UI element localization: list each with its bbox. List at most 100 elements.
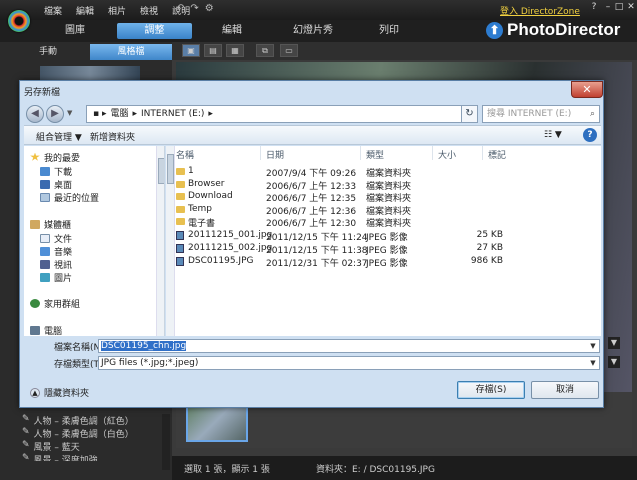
nav-item-downloads[interactable]: 下載 bbox=[40, 165, 72, 178]
nav-item-pictures[interactable]: 圖片 bbox=[40, 271, 72, 284]
jpeg-file-icon bbox=[176, 244, 184, 253]
menu-file[interactable]: 檔案 bbox=[44, 4, 62, 17]
chevron-up-icon: ▲ bbox=[30, 387, 40, 398]
refresh-icon[interactable]: ↻ bbox=[462, 105, 478, 123]
save-as-dialog: 另存新檔 ✕ ◀ ▶ ▼ ▪ ▸ 電腦 ▸ INTERNET (E:) ▸ ↻ … bbox=[19, 80, 604, 408]
table-row[interactable]: Temp 2006/6/7 上午 12:36 檔案資料夾 bbox=[166, 204, 601, 217]
table-row[interactable]: 電子書 2006/6/7 上午 12:30 檔案資料夾 bbox=[166, 216, 601, 229]
dialog-close-button[interactable]: ✕ bbox=[571, 81, 603, 98]
menu-photo[interactable]: 相片 bbox=[108, 4, 126, 17]
navigation-pane: 我的最愛 下載 桌面 最近的位置 媒體櫃 文件 音樂 視訊 圖片 家用群組 電腦 bbox=[24, 146, 165, 336]
nav-item-videos[interactable]: 視訊 bbox=[40, 258, 72, 271]
new-folder-button[interactable]: 新增資料夾 bbox=[90, 130, 135, 143]
search-icon: ⌕ bbox=[589, 109, 595, 119]
nav-item-desktop[interactable]: 桌面 bbox=[40, 178, 72, 191]
preset-list: ✎ 人物 – 柔膚色調（紅色） ✎ 人物 – 柔膚色調（白色） ✎ 風景 – 藍天 ✎… bbox=[22, 414, 134, 461]
table-row[interactable]: DSC01195.JPG 2011/12/31 下午 02:37 JPEG 影像 98… bbox=[166, 256, 601, 269]
filename-input[interactable]: DSC01195_chn.jpg ▼ bbox=[98, 339, 600, 353]
column-type[interactable]: 類型 bbox=[366, 148, 384, 161]
chevron-down-icon[interactable]: ▼ bbox=[587, 357, 599, 369]
grid-view-icon[interactable]: ▦ bbox=[226, 44, 244, 57]
tab-presets[interactable]: 風格檔 bbox=[90, 44, 172, 60]
help-icon[interactable]: ? bbox=[583, 128, 597, 142]
nav-item-documents[interactable]: 文件 bbox=[40, 232, 72, 245]
table-row[interactable]: Browser 2006/6/7 上午 12:33 檔案資料夾 bbox=[166, 179, 601, 192]
scrollbar-thumb[interactable] bbox=[158, 158, 164, 184]
file-list: 名稱 日期 類型 大小 標記 1 2007/9/4 下午 09:26 檔案資料夾 B… bbox=[166, 146, 601, 336]
nav-item-recent[interactable]: 最近的位置 bbox=[40, 191, 99, 204]
nav-libraries[interactable]: 媒體櫃 bbox=[30, 218, 71, 231]
mode-edit[interactable]: 編輯 bbox=[200, 23, 264, 39]
folder-icon bbox=[176, 181, 185, 188]
nav-item-music[interactable]: 音樂 bbox=[40, 245, 72, 258]
breadcrumb-drive[interactable]: INTERNET (E:) bbox=[141, 106, 204, 122]
menu-edit[interactable]: 編輯 bbox=[76, 4, 94, 17]
mode-library[interactable]: 圖庫 bbox=[46, 23, 104, 39]
column-date[interactable]: 日期 bbox=[266, 148, 284, 161]
dialog-toolbar: 組合管理 ▼ 新增資料夾 ☷ ▼ ? bbox=[24, 125, 601, 145]
search-input[interactable]: 搜尋 INTERNET (E:) ⌕ bbox=[482, 105, 600, 123]
table-row[interactable]: 20111215_001.jpg 2011/12/15 下午 11:24 JPEG … bbox=[166, 230, 601, 243]
list-item[interactable]: ✎ 人物 – 柔膚色調（紅色） bbox=[22, 414, 134, 427]
table-row[interactable]: Download 2006/6/7 上午 12:35 檔案資料夾 bbox=[166, 191, 601, 204]
forward-icon[interactable]: ▶ bbox=[46, 105, 64, 123]
view-options-button[interactable]: ☷ ▼ bbox=[544, 130, 562, 140]
library-icon bbox=[30, 219, 40, 229]
save-button[interactable]: 存檔(S) bbox=[457, 381, 525, 399]
display-options-icon[interactable]: ▭ bbox=[280, 44, 298, 57]
director-zone-link[interactable]: 登入 DirectorZone bbox=[500, 4, 580, 17]
list-item[interactable]: ✎ 風景 – 藍天 bbox=[22, 440, 134, 453]
nav-scrollbar[interactable] bbox=[156, 146, 164, 336]
undo-icon[interactable]: ↶ bbox=[176, 3, 184, 14]
redo-icon[interactable]: ↷ bbox=[190, 3, 198, 14]
tab-manual[interactable]: 手動 bbox=[8, 44, 88, 60]
jpeg-file-icon bbox=[176, 231, 184, 240]
document-icon bbox=[40, 233, 50, 243]
cancel-button[interactable]: 取消 bbox=[531, 381, 599, 399]
column-size[interactable]: 大小 bbox=[438, 148, 456, 161]
settings-icon[interactable]: ⚙ bbox=[205, 3, 214, 14]
organize-button[interactable]: 組合管理 ▼ bbox=[36, 130, 82, 143]
nav-homegroup[interactable]: 家用群組 bbox=[30, 297, 80, 310]
folder-icon bbox=[176, 168, 185, 175]
chevron-down-icon[interactable]: ▼ bbox=[587, 340, 599, 352]
menu-view[interactable]: 檢視 bbox=[140, 4, 158, 17]
column-name[interactable]: 名稱 bbox=[176, 148, 194, 161]
table-row[interactable]: 1 2007/9/4 下午 09:26 檔案資料夾 bbox=[166, 166, 601, 179]
music-icon bbox=[40, 246, 50, 256]
column-tags[interactable]: 標記 bbox=[488, 148, 506, 161]
mode-print[interactable]: 列印 bbox=[362, 23, 416, 39]
homegroup-icon bbox=[30, 298, 40, 308]
hide-folders-toggle[interactable]: ▲ 隱藏資料夾 bbox=[30, 386, 89, 399]
app-logo-icon bbox=[8, 10, 30, 32]
fullscreen-icon[interactable]: ⧉ bbox=[256, 44, 274, 57]
breadcrumb-separator-icon: ▸ bbox=[208, 109, 213, 119]
left-panel-scrollbar[interactable] bbox=[162, 414, 170, 470]
mode-adjust[interactable]: 調整 bbox=[117, 23, 192, 39]
video-icon bbox=[40, 259, 50, 269]
help-button[interactable]: ? bbox=[587, 2, 601, 15]
brand-name: PhotoDirector bbox=[507, 20, 621, 39]
close-app-button[interactable]: ✕ bbox=[624, 2, 637, 15]
list-item[interactable]: ✎ 人物 – 柔膚色調（白色） bbox=[22, 427, 134, 440]
title-bar: 檔案 編輯 相片 檢視 說明 ↶ ↷ ⚙ 登入 DirectorZone ? –… bbox=[0, 0, 637, 20]
mode-slideshow[interactable]: 幻燈片秀 bbox=[278, 23, 348, 39]
back-icon[interactable]: ◀ bbox=[26, 105, 44, 123]
compare-view-icon[interactable]: ▤ bbox=[204, 44, 222, 57]
brand-logo: ⬆ PhotoDirector bbox=[486, 20, 620, 40]
dialog-title: 另存新檔 bbox=[24, 88, 61, 98]
list-item[interactable]: ✎ 風景 – 深度加強 bbox=[22, 453, 134, 461]
single-view-icon[interactable]: ▣ bbox=[182, 44, 200, 57]
breadcrumb-computer[interactable]: 電腦 bbox=[110, 106, 128, 122]
panel-arrow-icon[interactable]: ▼ bbox=[608, 337, 620, 349]
table-row[interactable]: 20111215_002.jpg 2011/12/15 下午 11:38 JPEG … bbox=[166, 243, 601, 256]
address-bar[interactable]: ▪ ▸ 電腦 ▸ INTERNET (E:) ▸ bbox=[86, 105, 462, 123]
history-dropdown-icon[interactable]: ▼ bbox=[67, 109, 72, 117]
nav-favorites[interactable]: 我的最愛 bbox=[30, 151, 80, 164]
panel-arrow-icon[interactable]: ▼ bbox=[608, 356, 620, 368]
column-separator bbox=[432, 146, 433, 160]
nav-computer[interactable]: 電腦 bbox=[30, 324, 62, 336]
brush-icon: ✎ bbox=[22, 453, 30, 461]
filetype-select[interactable]: JPG files (*.jpg;*.jpeg) ▼ bbox=[98, 356, 600, 370]
status-bar: 選取 1 張，顯示 1 張 資料夾：E: / DSC01195.JPG bbox=[172, 456, 637, 480]
